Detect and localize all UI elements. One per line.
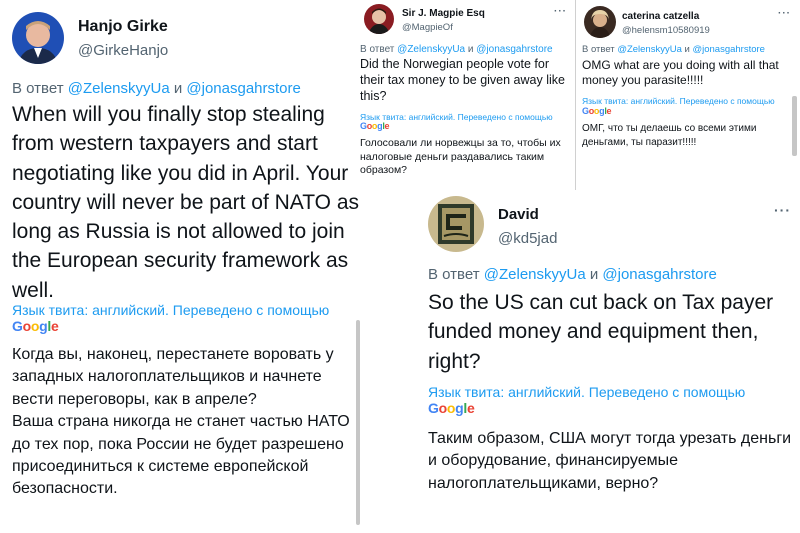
scrollbar[interactable]: [792, 96, 797, 156]
mention-link[interactable]: @jonasgahrstore: [692, 44, 765, 55]
more-options-icon[interactable]: ···: [774, 202, 791, 218]
reply-prefix: В ответ: [582, 44, 618, 55]
tweet-card[interactable]: David @kd5jad ··· В ответ @ZelenskyyUa и…: [420, 190, 800, 533]
translation-note-link[interactable]: Язык твита: английский. Переведено с пом…: [12, 302, 329, 318]
tweet-card[interactable]: Sir J. Magpie Esq @MagpieOf ··· В ответ …: [356, 0, 574, 190]
translated-text: Голосовали ли норвежцы за то, чтобы их н…: [360, 137, 561, 176]
author-handle[interactable]: @helensm10580919: [622, 25, 710, 36]
translation-note-link[interactable]: Язык твита: английский. Переведено с пом…: [582, 96, 775, 106]
google-logo: Google: [12, 318, 59, 334]
reply-context: В ответ @ZelenskyyUa и @jonasgahrstore: [360, 44, 553, 55]
avatar[interactable]: [364, 4, 394, 34]
reply-context: В ответ @ZelenskyyUa и @jonasgahrstore: [12, 80, 301, 97]
reply-prefix: В ответ: [12, 80, 68, 97]
scrollbar[interactable]: [356, 320, 360, 525]
mention-link[interactable]: @ZelenskyyUa: [397, 44, 465, 55]
avatar[interactable]: [428, 196, 484, 252]
reply-joiner: и: [585, 266, 603, 283]
collage-divider-vertical: [575, 0, 576, 190]
mention-link[interactable]: @jonasgahrstore: [476, 44, 552, 55]
google-logo: Google: [582, 106, 612, 116]
reply-joiner: и: [681, 44, 693, 55]
mention-link[interactable]: @ZelenskyyUa: [484, 266, 586, 283]
avatar[interactable]: [12, 12, 64, 64]
author-handle[interactable]: @kd5jad: [498, 230, 557, 247]
author-name[interactable]: Hanjo Girke: [78, 18, 168, 36]
tweet-text: When will you finally stop stealing from…: [12, 103, 360, 302]
author-name[interactable]: David: [498, 206, 539, 223]
mention-link[interactable]: @jonasgahrstore: [186, 80, 300, 97]
translated-text: Когда вы, наконец, перестанете воровать …: [12, 346, 350, 498]
author-handle[interactable]: @GirkeHanjo: [78, 42, 168, 59]
reply-prefix: В ответ: [428, 266, 484, 283]
mention-link[interactable]: @ZelenskyyUa: [617, 44, 682, 55]
google-logo: Google: [360, 121, 390, 131]
tweet-card[interactable]: Hanjo Girke @GirkeHanjo В ответ @Zelensk…: [0, 0, 365, 533]
tweet-text: OMG what are you doing with all that mon…: [582, 58, 779, 87]
avatar[interactable]: [584, 6, 616, 38]
tweet-text: So the US can cut back on Tax payer fund…: [428, 291, 774, 373]
reply-context: В ответ @ZelenskyyUa и @jonasgahrstore: [428, 266, 717, 283]
translated-text: Таким образом, США могут тогда урезать д…: [428, 430, 792, 492]
more-options-icon[interactable]: ···: [554, 6, 567, 17]
mention-link[interactable]: @jonasgahrstore: [602, 266, 716, 283]
author-handle[interactable]: @MagpieOf: [402, 22, 453, 33]
more-options-icon[interactable]: ···: [778, 8, 791, 19]
google-logo: Google: [428, 400, 475, 416]
reply-context: В ответ @ZelenskyyUa и @jonasgahrstore: [582, 44, 765, 55]
translated-text: ОМГ, что ты делаешь со всеми этими деньг…: [582, 123, 757, 148]
translation-note-link[interactable]: Язык твита: английский. Переведено с пом…: [428, 384, 745, 400]
reply-joiner: и: [169, 80, 187, 97]
author-name[interactable]: caterina catzella: [622, 11, 699, 22]
reply-prefix: В ответ: [360, 44, 398, 55]
tweet-text: Did the Norwegian people vote for their …: [360, 57, 565, 103]
author-name[interactable]: Sir J. Magpie Esq: [402, 8, 485, 19]
mention-link[interactable]: @ZelenskyyUa: [68, 80, 170, 97]
tweet-card[interactable]: caterina catzella @helensm10580919 ··· В…: [578, 0, 800, 190]
reply-joiner: и: [465, 44, 477, 55]
